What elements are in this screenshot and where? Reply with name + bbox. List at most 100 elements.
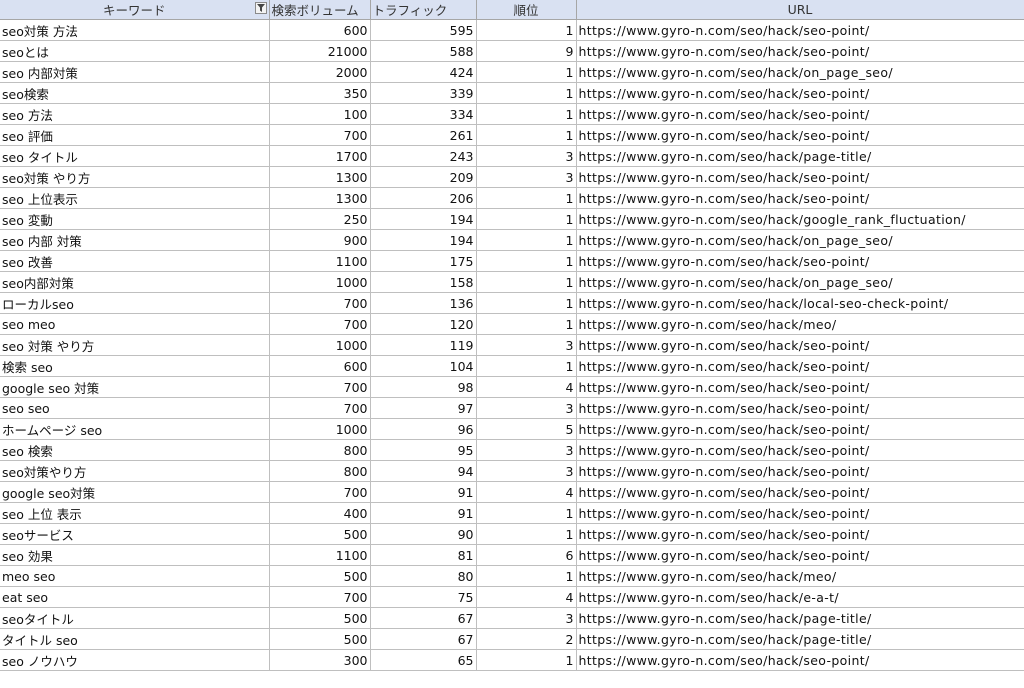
- cell-volume[interactable]: 100: [269, 103, 371, 125]
- cell-volume[interactable]: 1100: [269, 544, 371, 566]
- cell-rank[interactable]: 1: [476, 103, 577, 125]
- cell-rank[interactable]: 4: [476, 376, 577, 398]
- cell-volume[interactable]: 500: [269, 628, 371, 650]
- cell-traffic[interactable]: 67: [370, 628, 477, 650]
- cell-url[interactable]: https://www.gyro-n.com/seo/hack/seo-poin…: [576, 418, 1024, 440]
- cell-url[interactable]: https://www.gyro-n.com/seo/hack/local-se…: [576, 292, 1024, 314]
- cell-volume[interactable]: 1000: [269, 334, 371, 356]
- cell-rank[interactable]: 1: [476, 313, 577, 335]
- cell-keyword[interactable]: seo対策やり方: [0, 460, 270, 482]
- cell-volume[interactable]: 900: [269, 229, 371, 251]
- cell-rank[interactable]: 1: [476, 523, 577, 545]
- cell-rank[interactable]: 1: [476, 355, 577, 377]
- cell-url[interactable]: https://www.gyro-n.com/seo/hack/seo-poin…: [576, 544, 1024, 566]
- cell-traffic[interactable]: 595: [370, 19, 477, 41]
- cell-keyword[interactable]: seo ノウハウ: [0, 649, 270, 671]
- cell-traffic[interactable]: 95: [370, 439, 477, 461]
- cell-traffic[interactable]: 75: [370, 586, 477, 608]
- cell-keyword[interactable]: seo 対策 やり方: [0, 334, 270, 356]
- cell-url[interactable]: https://www.gyro-n.com/seo/hack/seo-poin…: [576, 124, 1024, 146]
- cell-rank[interactable]: 3: [476, 607, 577, 629]
- cell-keyword[interactable]: seo検索: [0, 82, 270, 104]
- cell-rank[interactable]: 6: [476, 544, 577, 566]
- cell-rank[interactable]: 3: [476, 145, 577, 167]
- cell-keyword[interactable]: seoサービス: [0, 523, 270, 545]
- cell-url[interactable]: https://www.gyro-n.com/seo/hack/on_page_…: [576, 229, 1024, 251]
- cell-traffic[interactable]: 136: [370, 292, 477, 314]
- cell-volume[interactable]: 1700: [269, 145, 371, 167]
- cell-url[interactable]: https://www.gyro-n.com/seo/hack/seo-poin…: [576, 439, 1024, 461]
- cell-volume[interactable]: 1100: [269, 250, 371, 272]
- cell-rank[interactable]: 3: [476, 460, 577, 482]
- cell-rank[interactable]: 1: [476, 292, 577, 314]
- cell-traffic[interactable]: 91: [370, 502, 477, 524]
- cell-url[interactable]: https://www.gyro-n.com/seo/hack/seo-poin…: [576, 19, 1024, 41]
- cell-volume[interactable]: 500: [269, 607, 371, 629]
- cell-url[interactable]: https://www.gyro-n.com/seo/hack/page-tit…: [576, 607, 1024, 629]
- cell-url[interactable]: https://www.gyro-n.com/seo/hack/google_r…: [576, 208, 1024, 230]
- cell-rank[interactable]: 3: [476, 334, 577, 356]
- header-keyword[interactable]: キーワード: [0, 0, 270, 20]
- cell-keyword[interactable]: seo対策 方法: [0, 19, 270, 41]
- cell-rank[interactable]: 4: [476, 586, 577, 608]
- cell-keyword[interactable]: seo内部対策: [0, 271, 270, 293]
- cell-traffic[interactable]: 158: [370, 271, 477, 293]
- cell-url[interactable]: https://www.gyro-n.com/seo/hack/seo-poin…: [576, 82, 1024, 104]
- cell-keyword[interactable]: seo 上位 表示: [0, 502, 270, 524]
- cell-volume[interactable]: 1300: [269, 187, 371, 209]
- cell-keyword[interactable]: seo 内部対策: [0, 61, 270, 83]
- cell-traffic[interactable]: 91: [370, 481, 477, 503]
- cell-rank[interactable]: 1: [476, 187, 577, 209]
- cell-keyword[interactable]: seo meo: [0, 313, 270, 335]
- cell-volume[interactable]: 250: [269, 208, 371, 230]
- cell-url[interactable]: https://www.gyro-n.com/seo/hack/seo-poin…: [576, 40, 1024, 62]
- cell-volume[interactable]: 300: [269, 649, 371, 671]
- cell-volume[interactable]: 700: [269, 397, 371, 419]
- cell-keyword[interactable]: ホームページ seo: [0, 418, 270, 440]
- cell-volume[interactable]: 400: [269, 502, 371, 524]
- header-rank[interactable]: 順位: [476, 0, 577, 20]
- cell-traffic[interactable]: 334: [370, 103, 477, 125]
- cell-rank[interactable]: 1: [476, 208, 577, 230]
- cell-url[interactable]: https://www.gyro-n.com/seo/hack/meo/: [576, 565, 1024, 587]
- cell-traffic[interactable]: 261: [370, 124, 477, 146]
- cell-keyword[interactable]: seo 変動: [0, 208, 270, 230]
- cell-volume[interactable]: 21000: [269, 40, 371, 62]
- cell-volume[interactable]: 2000: [269, 61, 371, 83]
- cell-rank[interactable]: 3: [476, 397, 577, 419]
- cell-url[interactable]: https://www.gyro-n.com/seo/hack/page-tit…: [576, 628, 1024, 650]
- cell-volume[interactable]: 700: [269, 586, 371, 608]
- cell-keyword[interactable]: seoタイトル: [0, 607, 270, 629]
- cell-volume[interactable]: 800: [269, 460, 371, 482]
- cell-keyword[interactable]: seo タイトル: [0, 145, 270, 167]
- cell-traffic[interactable]: 588: [370, 40, 477, 62]
- cell-keyword[interactable]: 検索 seo: [0, 355, 270, 377]
- cell-traffic[interactable]: 104: [370, 355, 477, 377]
- cell-rank[interactable]: 1: [476, 502, 577, 524]
- cell-traffic[interactable]: 80: [370, 565, 477, 587]
- cell-traffic[interactable]: 424: [370, 61, 477, 83]
- cell-rank[interactable]: 3: [476, 166, 577, 188]
- cell-traffic[interactable]: 339: [370, 82, 477, 104]
- cell-volume[interactable]: 500: [269, 565, 371, 587]
- cell-url[interactable]: https://www.gyro-n.com/seo/hack/seo-poin…: [576, 250, 1024, 272]
- cell-traffic[interactable]: 67: [370, 607, 477, 629]
- cell-rank[interactable]: 5: [476, 418, 577, 440]
- cell-traffic[interactable]: 206: [370, 187, 477, 209]
- cell-volume[interactable]: 700: [269, 124, 371, 146]
- cell-volume[interactable]: 600: [269, 355, 371, 377]
- cell-url[interactable]: https://www.gyro-n.com/seo/hack/seo-poin…: [576, 460, 1024, 482]
- cell-volume[interactable]: 1300: [269, 166, 371, 188]
- cell-url[interactable]: https://www.gyro-n.com/seo/hack/seo-poin…: [576, 523, 1024, 545]
- cell-traffic[interactable]: 194: [370, 229, 477, 251]
- cell-traffic[interactable]: 65: [370, 649, 477, 671]
- cell-url[interactable]: https://www.gyro-n.com/seo/hack/meo/: [576, 313, 1024, 335]
- cell-url[interactable]: https://www.gyro-n.com/seo/hack/on_page_…: [576, 61, 1024, 83]
- header-volume[interactable]: 検索ボリューム: [269, 0, 371, 20]
- cell-url[interactable]: https://www.gyro-n.com/seo/hack/seo-poin…: [576, 103, 1024, 125]
- cell-volume[interactable]: 350: [269, 82, 371, 104]
- cell-keyword[interactable]: eat seo: [0, 586, 270, 608]
- cell-keyword[interactable]: タイトル seo: [0, 628, 270, 650]
- cell-url[interactable]: https://www.gyro-n.com/seo/hack/seo-poin…: [576, 397, 1024, 419]
- cell-rank[interactable]: 2: [476, 628, 577, 650]
